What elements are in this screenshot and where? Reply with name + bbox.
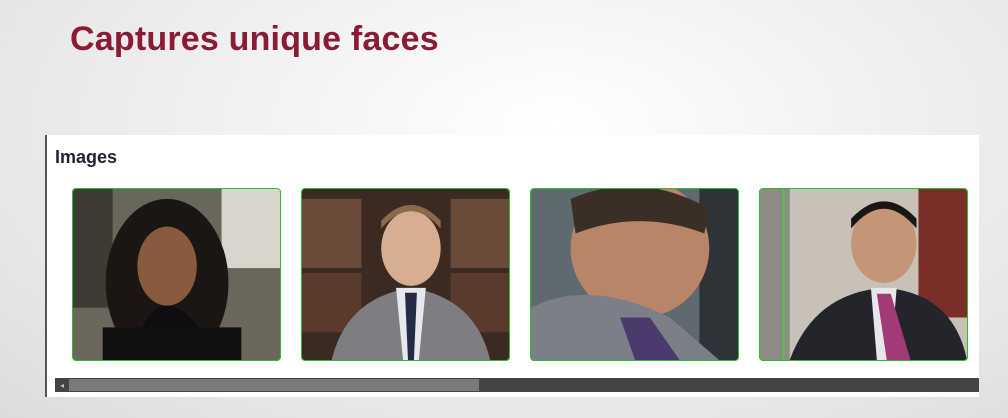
face-image-1 bbox=[73, 189, 280, 360]
scroll-left-icon[interactable]: ◂ bbox=[55, 378, 69, 392]
face-thumbnail-4[interactable] bbox=[759, 188, 968, 361]
images-heading: Images bbox=[55, 147, 118, 167]
horizontal-scrollbar[interactable]: ◂ bbox=[55, 378, 979, 392]
slide-title: Captures unique faces bbox=[70, 20, 439, 58]
scrollbar-thumb[interactable] bbox=[69, 379, 479, 391]
face-image-3 bbox=[531, 189, 738, 360]
face-thumbnail-3[interactable] bbox=[530, 188, 739, 361]
face-image-2 bbox=[302, 189, 509, 360]
face-thumbnail-1[interactable] bbox=[72, 188, 281, 361]
face-image-4 bbox=[760, 189, 967, 360]
images-panel: Images ◂ bbox=[45, 135, 979, 397]
face-thumbnail-2[interactable] bbox=[301, 188, 510, 361]
